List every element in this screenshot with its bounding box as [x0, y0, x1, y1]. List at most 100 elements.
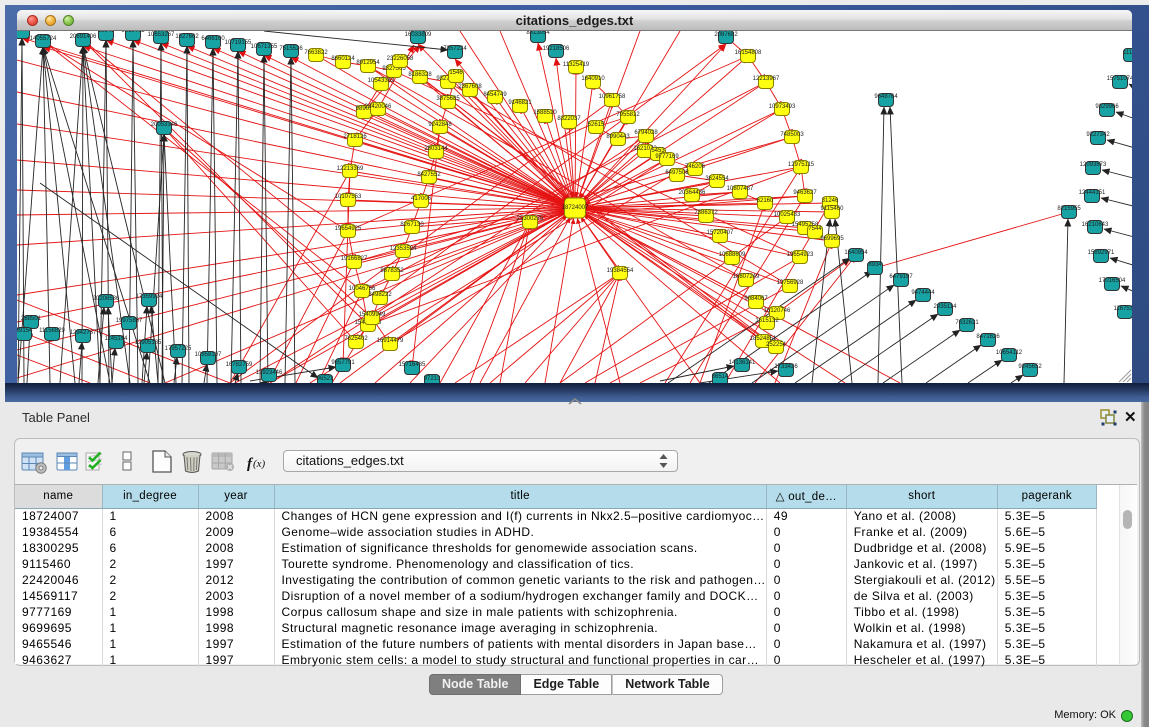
svg-text:96521: 96521 — [317, 376, 334, 382]
svg-text:19975887: 19975887 — [116, 318, 143, 324]
svg-text:7955812: 7955812 — [616, 112, 640, 118]
svg-text:17016504: 17016504 — [1099, 278, 1126, 284]
svg-text:2803144: 2803144 — [424, 146, 448, 152]
svg-text:9329966: 9329966 — [1095, 104, 1119, 110]
svg-text:8471626: 8471626 — [976, 334, 1000, 340]
svg-text:12905185: 12905185 — [135, 340, 162, 346]
svg-text:7515526: 7515526 — [279, 46, 303, 52]
svg-text:11125: 11125 — [1123, 50, 1132, 56]
svg-text:1733426: 1733426 — [774, 364, 798, 370]
svg-text:18941: 18941 — [98, 31, 115, 34]
svg-text:12093873: 12093873 — [1080, 162, 1107, 168]
svg-text:12975115: 12975115 — [788, 162, 815, 168]
svg-text:2718126: 2718126 — [343, 134, 367, 140]
svg-text:19654925: 19654925 — [335, 226, 362, 232]
svg-text:3498222: 3498222 — [368, 292, 392, 298]
svg-text:10653267: 10653267 — [148, 32, 175, 38]
svg-text:8215955: 8215955 — [1057, 206, 1081, 212]
svg-text:23226058: 23226058 — [387, 56, 414, 62]
svg-text:417006: 417006 — [411, 196, 432, 202]
svg-text:15409949: 15409949 — [359, 312, 386, 318]
svg-text:9245652: 9245652 — [1018, 364, 1042, 370]
svg-text:19654923: 19654923 — [787, 252, 814, 258]
svg-text:18724007: 18724007 — [562, 205, 589, 211]
svg-text:16914479: 16914479 — [377, 338, 404, 344]
svg-text:11156829: 11156829 — [39, 328, 65, 334]
svg-text:8186328: 8186328 — [408, 72, 432, 78]
svg-text:12923446: 12923446 — [256, 370, 283, 376]
svg-text:62160: 62160 — [757, 198, 774, 204]
svg-text:17957225: 17957225 — [165, 346, 192, 352]
svg-text:16210643: 16210643 — [1082, 222, 1109, 228]
svg-text:9227342: 9227342 — [1086, 132, 1110, 138]
svg-text:252254: 252254 — [766, 342, 787, 348]
svg-text:10025433: 10025433 — [774, 212, 801, 218]
svg-text:9115460: 9115460 — [821, 206, 845, 212]
svg-text:9474444: 9474444 — [911, 290, 935, 296]
svg-text:9219711: 9219711 — [122, 31, 146, 34]
svg-text:20206536: 20206536 — [93, 296, 120, 302]
svg-text:86514: 86514 — [712, 374, 729, 380]
svg-text:10671355: 10671355 — [251, 44, 278, 50]
svg-text:7625402: 7625402 — [344, 336, 368, 342]
svg-text:20691406: 20691406 — [70, 34, 97, 40]
svg-text:10958107: 10958107 — [195, 352, 222, 358]
svg-text:6497508: 6497508 — [665, 170, 689, 176]
svg-text:19218506: 19218506 — [543, 46, 570, 52]
svg-text:8660124: 8660124 — [331, 56, 355, 62]
svg-text:3624554: 3624554 — [705, 176, 729, 182]
svg-text:8267130: 8267130 — [400, 222, 424, 228]
svg-text:16033809: 16033809 — [405, 32, 432, 38]
svg-text:14055724: 14055724 — [30, 36, 57, 42]
svg-text:10807487: 10807487 — [727, 186, 754, 192]
svg-text:15892971: 15892971 — [1088, 250, 1115, 256]
svg-text:25300275: 25300275 — [517, 216, 544, 222]
svg-text:9242848: 9242848 — [428, 122, 452, 128]
svg-text:8912954: 8912954 — [356, 60, 380, 66]
svg-text:6466100: 6466100 — [201, 36, 225, 42]
svg-text:16120746: 16120746 — [764, 308, 791, 314]
svg-text:8934: 8934 — [868, 262, 882, 268]
svg-text:9146821: 9146821 — [508, 100, 532, 106]
svg-text:20364436: 20364436 — [679, 190, 706, 196]
svg-text:7663822: 7663822 — [304, 50, 328, 56]
svg-text:23420046: 23420046 — [365, 104, 392, 110]
svg-text:2367608: 2367608 — [458, 84, 482, 90]
svg-text:16154808: 16154808 — [735, 50, 762, 56]
svg-text:12213369: 12213369 — [337, 166, 364, 172]
svg-text:16782759: 16782759 — [226, 362, 253, 368]
svg-text:9084067: 9084067 — [744, 296, 768, 302]
svg-text:10654112: 10654112 — [996, 350, 1023, 356]
svg-text:12942737: 12942737 — [70, 330, 97, 336]
svg-text:9777169: 9777169 — [655, 154, 679, 160]
svg-text:2935114: 2935114 — [934, 304, 958, 310]
svg-text:11325419: 11325419 — [563, 62, 590, 68]
svg-text:6794028: 6794028 — [634, 130, 658, 136]
svg-text:288501: 288501 — [21, 316, 42, 322]
svg-text:6479197: 6479197 — [889, 274, 913, 280]
svg-text:10688609: 10688609 — [719, 252, 746, 258]
svg-text:8454749: 8454749 — [483, 92, 507, 98]
svg-text:8990443: 8990443 — [606, 134, 630, 140]
svg-text:7357224: 7357224 — [443, 46, 467, 52]
svg-text:20053346: 20053346 — [151, 122, 178, 128]
svg-text:12444151: 12444151 — [1079, 190, 1106, 196]
svg-text:52615: 52615 — [588, 122, 605, 128]
svg-text:1546: 1546 — [449, 70, 463, 76]
svg-text:10543362: 10543362 — [368, 78, 395, 84]
svg-text:7485003: 7485003 — [780, 132, 804, 138]
svg-text:1640910: 1640910 — [581, 76, 605, 82]
svg-text:1588520: 1588520 — [533, 110, 557, 116]
svg-text:9648764: 9648764 — [874, 94, 898, 100]
svg-text:2283: 2283 — [17, 31, 29, 32]
svg-text:19756928: 19756928 — [777, 280, 804, 286]
svg-text:8427552: 8427552 — [417, 172, 441, 178]
svg-text:8878352: 8878352 — [380, 268, 404, 274]
svg-text:14136141: 14136141 — [729, 360, 756, 366]
svg-text:97213: 97213 — [424, 376, 441, 382]
svg-text:8322037: 8322037 — [557, 116, 581, 122]
svg-text:(x): (x) — [253, 458, 266, 470]
svg-text:12353594: 12353594 — [390, 246, 417, 252]
svg-text:19384554: 19384554 — [607, 268, 634, 274]
svg-text:9657791: 9657791 — [331, 360, 355, 366]
